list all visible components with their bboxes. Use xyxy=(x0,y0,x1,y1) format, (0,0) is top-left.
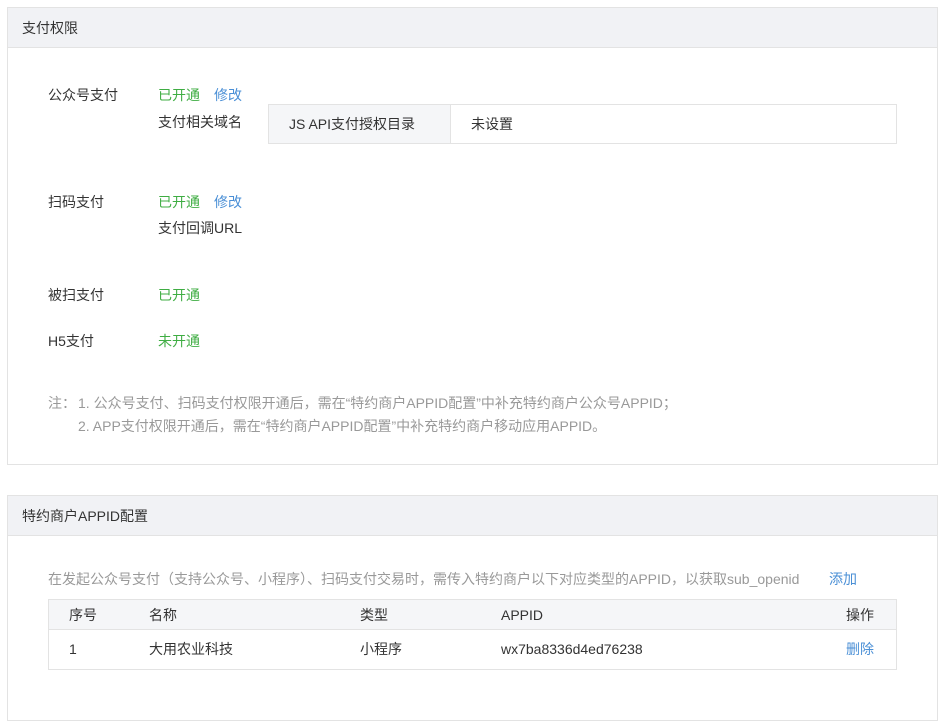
h5-pay-label: H5支付 xyxy=(48,333,94,349)
sub-merchant-appid-panel: 特约商户APPID配置 在发起公众号支付（支持公众号、小程序）、扫码支付交易时，… xyxy=(7,495,938,721)
scan-pay-label: 扫码支付 xyxy=(48,194,104,210)
appid-panel-title: 特约商户APPID配置 xyxy=(8,496,937,536)
official-account-pay-label: 公众号支付 xyxy=(48,87,118,103)
row-type: 小程序 xyxy=(360,641,402,657)
payment-domain-label: 支付相关域名 xyxy=(158,114,242,130)
scanned-pay-label: 被扫支付 xyxy=(48,287,104,303)
scanned-pay-status: 已开通 xyxy=(158,287,200,303)
jsapi-directory-value: 未设置 xyxy=(471,116,513,132)
column-header-name: 名称 xyxy=(149,607,177,623)
column-header-action: 操作 xyxy=(846,607,874,623)
note-line-1: 1. 公众号支付、扫码支付权限开通后，需在“特约商户APPID配置”中补充特约商… xyxy=(78,395,677,411)
row-index: 1 xyxy=(69,641,77,657)
jsapi-directory-key: JS API支付授权目录 xyxy=(269,105,451,143)
note-line-2: 2. APP支付权限开通后，需在“特约商户APPID配置”中补充特约商户移动应用… xyxy=(78,418,607,434)
scan-pay-status: 已开通 xyxy=(158,194,200,210)
jsapi-directory-box: JS API支付授权目录 未设置 xyxy=(268,104,897,144)
h5-pay-status: 未开通 xyxy=(158,333,200,349)
table-row: 1 大用农业科技 小程序 wx7ba8336d4ed76238 删除 xyxy=(49,630,896,669)
official-account-pay-status: 已开通 xyxy=(158,87,200,103)
add-appid-link[interactable]: 添加 xyxy=(829,569,857,589)
appid-description: 在发起公众号支付（支持公众号、小程序）、扫码支付交易时，需传入特约商户以下对应类… xyxy=(48,571,800,587)
callback-url-label: 支付回调URL xyxy=(158,220,243,236)
table-header-row: 序号 名称 类型 APPID 操作 xyxy=(49,600,896,630)
scan-pay-edit-link[interactable]: 修改 xyxy=(214,192,242,212)
official-account-pay-edit-link[interactable]: 修改 xyxy=(214,85,242,105)
permissions-panel-title: 支付权限 xyxy=(8,8,937,48)
column-header-type: 类型 xyxy=(360,607,388,623)
row-appid: wx7ba8336d4ed76238 xyxy=(501,641,643,657)
column-header-index: 序号 xyxy=(69,607,97,623)
notes-prefix: 注： xyxy=(48,395,76,411)
column-header-appid: APPID xyxy=(501,607,544,623)
payment-permissions-panel: 支付权限 公众号支付 已开通 修改 支付相关域名 JS API支付授权目录 未设… xyxy=(7,7,938,465)
delete-row-link[interactable]: 删除 xyxy=(846,641,874,657)
row-name: 大用农业科技 xyxy=(149,641,233,657)
appid-table: 序号 名称 类型 APPID 操作 1 大用农业科技 小程序 wx7ba8336… xyxy=(48,599,897,670)
